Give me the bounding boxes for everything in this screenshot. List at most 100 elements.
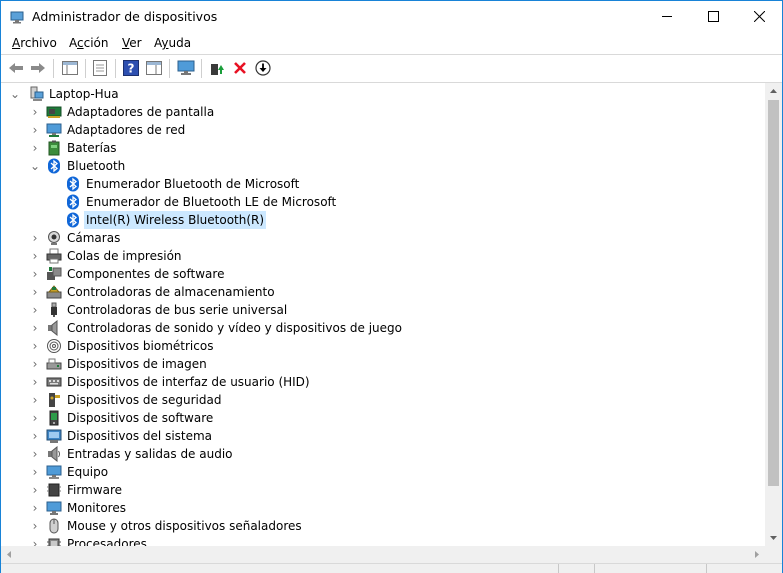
expand-chevron-icon[interactable]: › xyxy=(30,481,40,499)
minimize-icon xyxy=(661,16,672,17)
tree-device[interactable]: Enumerador de Bluetooth LE de Microsoft xyxy=(1,193,761,211)
camera-icon xyxy=(46,230,62,246)
audio-io-icon xyxy=(46,445,62,463)
keyboard-hid-icon xyxy=(46,374,62,390)
tree-category[interactable]: › Colas de impresión xyxy=(1,247,761,265)
tree-item-label: Enumerador Bluetooth de Microsoft xyxy=(86,177,300,191)
collapse-chevron-icon[interactable]: ⌄ xyxy=(30,157,40,175)
back-button[interactable] xyxy=(7,59,25,77)
expand-chevron-icon[interactable]: › xyxy=(30,337,40,355)
tree-item-label: Componentes de software xyxy=(67,267,225,281)
expand-chevron-icon[interactable]: › xyxy=(30,391,40,409)
battery-icon xyxy=(46,140,62,156)
minimize-button[interactable] xyxy=(644,1,690,32)
tree-category[interactable]: ⌄ Bluetooth xyxy=(1,157,761,175)
tree-category[interactable]: › Equipo xyxy=(1,463,761,481)
collapse-chevron-icon[interactable]: ⌄ xyxy=(10,85,20,103)
tree-category[interactable]: › Adaptadores de pantalla xyxy=(1,103,761,121)
action-pane-icon xyxy=(146,61,162,75)
tree-category[interactable]: › Dispositivos de imagen xyxy=(1,355,761,373)
expand-chevron-icon[interactable]: › xyxy=(30,265,40,283)
tree-item-label: Entradas y salidas de audio xyxy=(67,447,233,461)
tree-category[interactable]: › Controladoras de bus serie universal xyxy=(1,301,761,319)
maximize-button[interactable] xyxy=(690,1,736,32)
update-driver-button[interactable] xyxy=(208,59,226,77)
menu-ayuda[interactable]: Ayuda xyxy=(154,36,191,50)
tree-category[interactable]: › Controladoras de almacenamiento xyxy=(1,283,761,301)
tree-item-label: Dispositivos del sistema xyxy=(67,429,213,443)
uninstall-button[interactable] xyxy=(231,59,249,77)
expand-chevron-icon[interactable]: › xyxy=(30,283,40,301)
expand-chevron-icon[interactable]: › xyxy=(30,373,40,391)
expand-chevron-icon[interactable]: › xyxy=(30,301,40,319)
tree-item-label: Enumerador de Bluetooth LE de Microsoft xyxy=(86,195,337,209)
expand-chevron-icon[interactable]: › xyxy=(30,409,40,427)
tree-category[interactable]: › Baterías xyxy=(1,139,761,157)
expand-chevron-icon[interactable]: › xyxy=(30,103,40,121)
tree-category[interactable]: › Dispositivos biométricos xyxy=(1,337,761,355)
tree-category[interactable]: › Monitores xyxy=(1,499,761,517)
tree-category[interactable]: › Dispositivos del sistema xyxy=(1,427,761,445)
tree-category[interactable]: › Dispositivos de software xyxy=(1,409,761,427)
tree-item-label: Monitores xyxy=(67,501,126,515)
forward-button[interactable] xyxy=(29,59,47,77)
tree-category[interactable]: › Controladoras de sonido y vídeo y dispo… xyxy=(1,319,761,337)
printer-icon xyxy=(46,248,62,264)
tree-device[interactable]: Intel(R) Wireless Bluetooth(R) xyxy=(1,211,761,229)
tree-root[interactable]: ⌄ Laptop-Hua xyxy=(1,85,761,103)
vertical-scrollbar-graphics xyxy=(768,89,779,540)
tree-category[interactable]: › Dispositivos de interfaz de usuario (HI… xyxy=(1,373,761,391)
tree-category[interactable]: › Adaptadores de red xyxy=(1,121,761,139)
tree-item-label: Intel(R) Wireless Bluetooth(R) xyxy=(84,211,267,229)
action-pane-button[interactable] xyxy=(145,59,163,77)
expand-chevron-icon[interactable]: › xyxy=(30,319,40,337)
menu-accion[interactable]: Acción xyxy=(69,36,109,50)
tree-category[interactable]: › Firmware xyxy=(1,481,761,499)
expand-chevron-icon[interactable]: › xyxy=(30,517,40,535)
update-driver-icon xyxy=(211,64,224,75)
horizontal-scrollbar-graphics xyxy=(7,551,759,558)
tree-category[interactable]: › Dispositivos de seguridad xyxy=(1,391,761,409)
tree-category[interactable]: › Entradas y salidas de audio xyxy=(1,445,761,463)
expand-chevron-icon[interactable]: › xyxy=(30,355,40,373)
tree-category[interactable]: › Cámaras xyxy=(1,229,761,247)
expand-chevron-icon[interactable]: › xyxy=(30,535,40,546)
tree-category[interactable]: › Mouse y otros dispositivos señaladores xyxy=(1,517,761,535)
speaker-icon xyxy=(46,319,62,337)
console-tree-button[interactable] xyxy=(61,59,79,77)
tree-item-label: Adaptadores de red xyxy=(67,123,186,137)
device-tree[interactable]: ⌄ Laptop-Hua › Adaptadores de pantalla › Adap… xyxy=(1,83,765,546)
display-adapter-icon xyxy=(46,104,62,120)
expand-chevron-icon[interactable]: › xyxy=(30,427,40,445)
security-key-icon xyxy=(46,392,62,408)
close-button[interactable] xyxy=(736,1,782,32)
menu-archivo[interactable]: Archivo xyxy=(12,36,57,50)
expand-chevron-icon[interactable]: › xyxy=(30,139,40,157)
horizontal-scrollbar[interactable] xyxy=(1,546,765,563)
menu-ver[interactable]: Ver xyxy=(122,36,142,50)
vertical-scrollbar[interactable] xyxy=(765,83,782,546)
help-button[interactable]: ? xyxy=(122,59,140,77)
expand-chevron-icon[interactable]: › xyxy=(30,247,40,265)
tree-item-label: Dispositivos de imagen xyxy=(67,357,207,371)
expand-chevron-icon[interactable]: › xyxy=(30,463,40,481)
device-manager-app-icon xyxy=(10,11,24,24)
tree-category[interactable]: › Componentes de software xyxy=(1,265,761,283)
bluetooth-icon xyxy=(65,212,81,228)
system-device-icon xyxy=(46,428,62,444)
tree-device[interactable]: Enumerador Bluetooth de Microsoft xyxy=(1,175,761,193)
toolbar-separator xyxy=(53,59,54,78)
tree-item-label: Baterías xyxy=(67,141,117,155)
scan-hardware-button[interactable] xyxy=(177,59,195,77)
tree-category[interactable]: › Procesadores xyxy=(1,535,761,546)
expand-chevron-icon[interactable]: › xyxy=(30,229,40,247)
expand-chevron-icon[interactable]: › xyxy=(30,445,40,463)
close-icon xyxy=(753,11,765,22)
expand-chevron-icon[interactable]: › xyxy=(30,499,40,517)
expand-chevron-icon[interactable]: › xyxy=(30,121,40,139)
status-bar-divider xyxy=(594,564,595,573)
back-arrow-icon xyxy=(9,63,23,73)
properties-button[interactable] xyxy=(91,59,109,77)
disable-device-button[interactable] xyxy=(254,59,272,77)
toolbar: ? xyxy=(1,54,782,83)
